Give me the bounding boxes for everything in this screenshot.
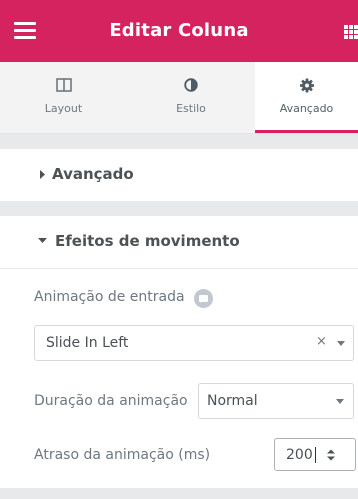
animation-delay-label: Atraso da animação (ms) [34,447,211,463]
caret-right-icon [40,170,45,179]
responsive-info-icon[interactable] [194,289,213,308]
tab-style[interactable]: Estilo [127,62,255,133]
animation-duration-label: Duração da animação [34,393,188,409]
section-advanced-toggle[interactable]: Avançado [0,149,358,202]
gear-icon [299,78,314,93]
tab-layout-label: Layout [44,102,83,115]
contrast-icon [184,78,198,92]
animation-duration-value: Normal [207,393,258,409]
animation-delay-value: 200 [286,447,313,463]
number-spinner-icon[interactable] [326,448,336,462]
entrance-animation-value: Slide In Left [46,335,129,351]
entrance-animation-label: Animação de entrada [34,289,185,305]
chevron-down-icon [336,399,344,404]
section-motion-toggle[interactable]: Efeitos de movimento [0,216,358,269]
tab-layout[interactable]: Layout [0,62,127,133]
entrance-animation-select[interactable]: Slide In Left × [34,325,354,361]
panel-title: Editar Coluna [109,20,249,41]
columns-icon [55,78,72,92]
text-cursor [315,447,316,463]
apps-grid-icon[interactable] [344,25,358,39]
animation-duration-select[interactable]: Normal [198,383,354,419]
section-motion-title: Efeitos de movimento [55,232,240,250]
animation-delay-input[interactable]: 200 [274,438,356,471]
motion-controls-panel: Animação de entrada Slide In Left × Dura… [0,269,358,488]
tab-advanced[interactable]: Avançado [255,62,358,133]
chevron-down-icon [337,341,345,346]
editor-tabs: Layout Estilo Avançado [0,62,358,134]
section-advanced-title: Avançado [52,165,134,183]
tab-style-label: Estilo [176,102,206,115]
caret-down-icon [38,238,47,243]
clear-selection-icon[interactable]: × [316,334,327,349]
tab-advanced-label: Avançado [279,102,334,115]
panel-header: Editar Coluna [0,0,358,62]
active-tab-indicator [255,130,358,133]
